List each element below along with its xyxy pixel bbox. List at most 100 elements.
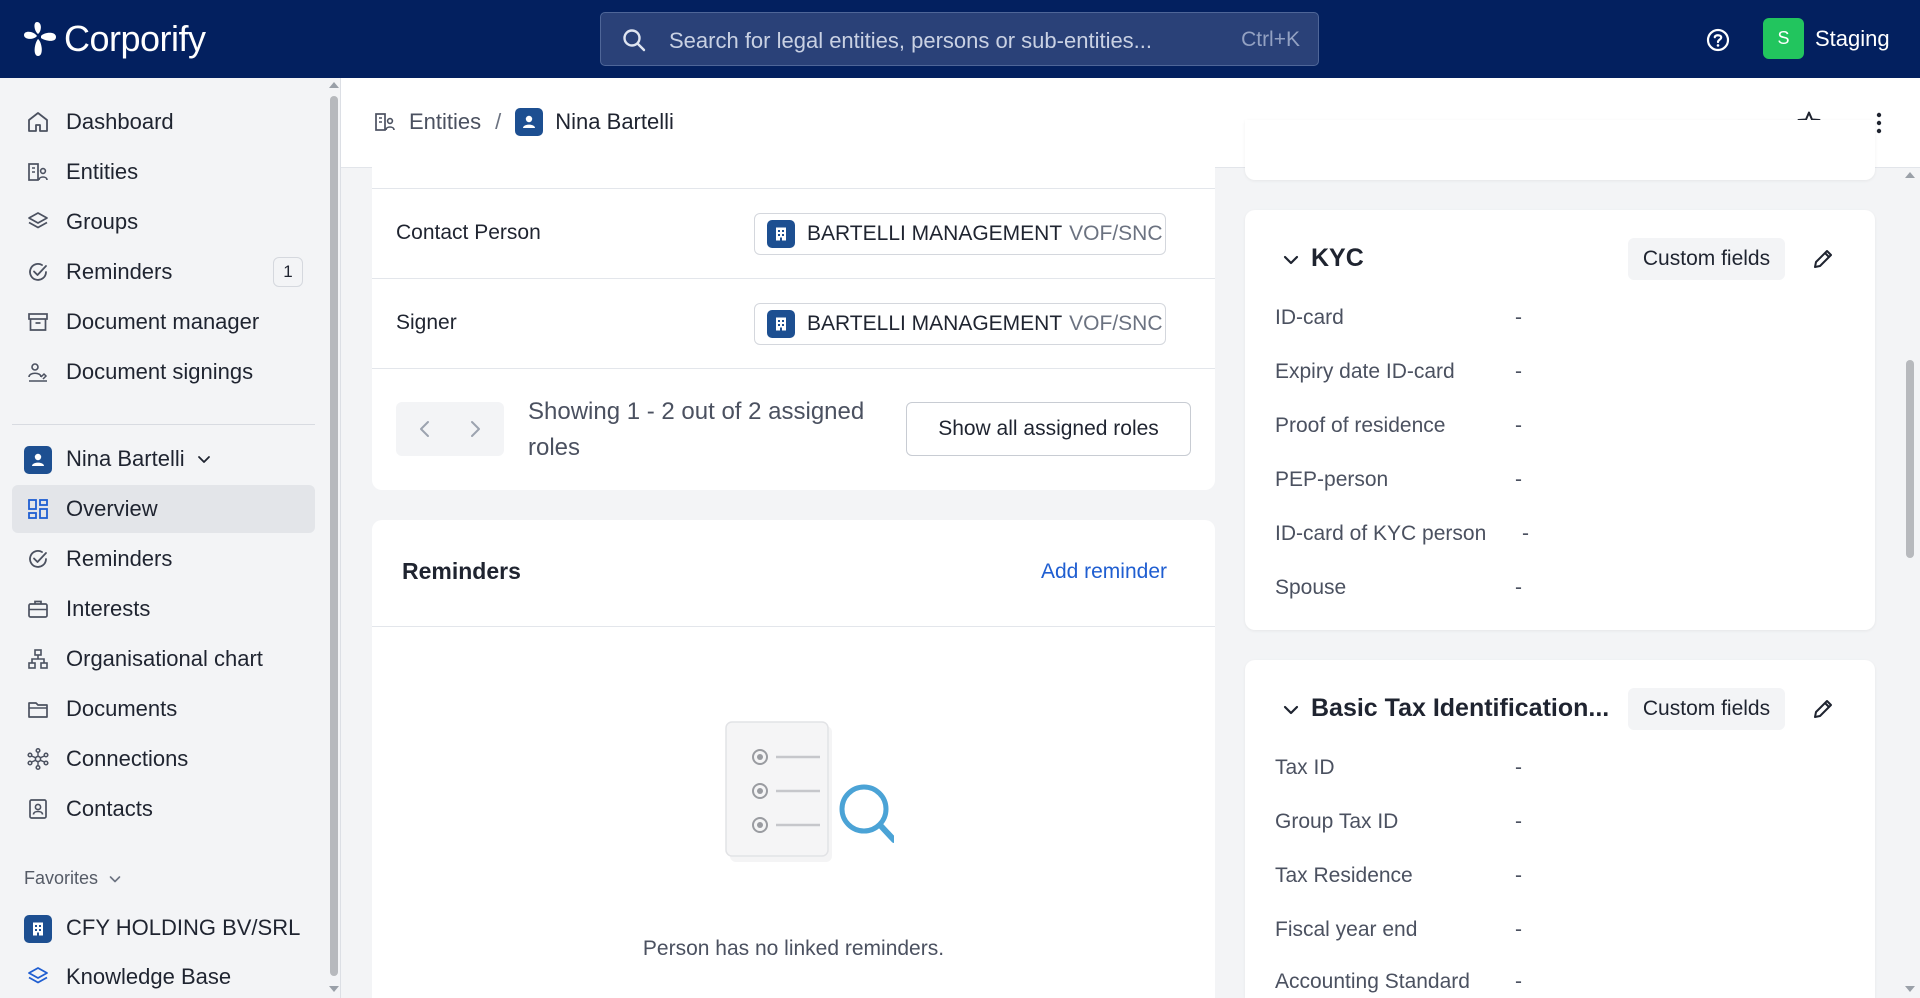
reminders-title: Reminders bbox=[402, 558, 521, 584]
org-chart-icon bbox=[28, 649, 48, 669]
app-logo[interactable]: Corporify bbox=[22, 18, 206, 60]
sidebar-item-connections[interactable]: Connections bbox=[12, 735, 315, 783]
sidebar-divider bbox=[12, 424, 315, 425]
contact-card-icon bbox=[29, 799, 47, 819]
main-scroll-up-arrow[interactable] bbox=[1905, 172, 1915, 178]
favorite-item-cfy-holding[interactable]: CFY HOLDING BV/SRL bbox=[12, 904, 315, 952]
field-label: Accounting Standard bbox=[1275, 970, 1470, 993]
tax-field-row: Tax Residence - bbox=[1275, 864, 1835, 894]
sidebar-item-label: Contacts bbox=[66, 796, 153, 821]
sidebar-item-label: Reminders bbox=[66, 546, 173, 571]
breadcrumb: Entities / Nina Bartelli bbox=[373, 108, 674, 136]
tax-identification-card: Basic Tax Identification... Custom field… bbox=[1245, 660, 1875, 998]
check-circle-icon bbox=[29, 550, 47, 568]
sidebar-item-reminders[interactable]: Reminders 1 bbox=[12, 248, 315, 296]
sidebar-item-document-manager[interactable]: Document manager bbox=[12, 298, 315, 346]
field-label: Proof of residence bbox=[1275, 414, 1446, 437]
reminders-count-badge: 1 bbox=[273, 257, 303, 287]
add-reminder-link[interactable]: Add reminder bbox=[1041, 560, 1167, 584]
pencil-icon[interactable] bbox=[1810, 696, 1836, 722]
company-avatar bbox=[24, 915, 52, 943]
field-label: Group Tax ID bbox=[1275, 810, 1399, 833]
main-scrollbar-thumb[interactable] bbox=[1906, 360, 1914, 558]
global-search[interactable]: Search for legal entities, persons or su… bbox=[600, 12, 1319, 66]
entity-chip-name: BARTELLI MANAGEMENT bbox=[807, 222, 1063, 245]
roles-divider bbox=[372, 368, 1215, 369]
chevron-left-icon[interactable] bbox=[412, 416, 438, 442]
favorite-item-knowledge-base[interactable]: Knowledge Base bbox=[12, 953, 315, 998]
role-row: Contact Person BARTELLI MANAGEMENT VOF/S… bbox=[372, 188, 1215, 278]
entity-chip[interactable]: BARTELLI MANAGEMENT VOF/SNC bbox=[754, 303, 1166, 345]
search-placeholder: Search for legal entities, persons or su… bbox=[669, 28, 1153, 53]
sidebar-item-entity-reminders[interactable]: Reminders bbox=[12, 535, 315, 583]
sidebar-item-entities[interactable]: Entities bbox=[12, 148, 315, 196]
sidebar-scrollbar-thumb[interactable] bbox=[330, 96, 338, 976]
sidebar-item-groups[interactable]: Groups bbox=[12, 198, 315, 246]
field-value: - bbox=[1515, 576, 1522, 599]
help-icon[interactable] bbox=[1705, 27, 1731, 53]
sidebar-item-documents[interactable]: Documents bbox=[12, 685, 315, 733]
sidebar-entity-header[interactable]: Nina Bartelli bbox=[12, 435, 315, 483]
search-icon bbox=[623, 29, 646, 52]
field-value: - bbox=[1515, 810, 1522, 833]
sidebar-item-dashboard[interactable]: Dashboard bbox=[12, 98, 315, 146]
sidebar-item-overview[interactable]: Overview bbox=[12, 485, 315, 533]
sidebar-item-interests[interactable]: Interests bbox=[12, 585, 315, 633]
sidebar-item-label: Document manager bbox=[66, 309, 260, 334]
field-value: - bbox=[1522, 522, 1529, 545]
kyc-card: KYC Custom fields ID-card - Expiry date … bbox=[1245, 210, 1875, 630]
reminders-empty-text: Person has no linked reminders. bbox=[642, 937, 945, 960]
field-value: - bbox=[1515, 970, 1522, 993]
favorites-header[interactable]: Favorites bbox=[24, 868, 122, 889]
person-icon bbox=[523, 115, 536, 128]
signature-icon bbox=[28, 363, 48, 382]
entity-chip[interactable]: BARTELLI MANAGEMENT VOF/SNC bbox=[754, 213, 1166, 255]
empty-list-search-icon bbox=[725, 721, 894, 862]
company-avatar bbox=[767, 310, 795, 338]
pencil-icon[interactable] bbox=[1810, 246, 1836, 272]
sidebar-item-label: Reminders bbox=[66, 259, 173, 284]
field-label: Tax Residence bbox=[1275, 864, 1413, 887]
sidebar-item-contacts[interactable]: Contacts bbox=[12, 785, 315, 833]
tax-title: Basic Tax Identification... bbox=[1311, 694, 1610, 722]
tax-custom-fields-button[interactable]: Custom fields bbox=[1628, 688, 1785, 730]
building-icon bbox=[776, 317, 786, 331]
favorites-label: Favorites bbox=[24, 868, 99, 888]
kyc-field-row: Spouse - bbox=[1275, 576, 1835, 606]
kyc-field-row: PEP-person - bbox=[1275, 468, 1835, 498]
check-circle-icon bbox=[29, 263, 47, 281]
sidebar-item-label: Organisational chart bbox=[66, 646, 263, 671]
kyc-custom-fields-button[interactable]: Custom fields bbox=[1628, 238, 1785, 280]
layers-icon bbox=[28, 967, 48, 984]
sidebar-item-label: Groups bbox=[66, 209, 139, 234]
main-scroll-down-arrow[interactable] bbox=[1905, 986, 1915, 992]
role-label: Signer bbox=[396, 311, 457, 334]
field-value: - bbox=[1515, 918, 1522, 941]
tax-field-row: Fiscal year end - bbox=[1275, 918, 1835, 948]
corporify-logo-icon bbox=[24, 22, 56, 56]
sidebar-item-label: Entities bbox=[66, 159, 139, 184]
kyc-field-row: ID-card of KYC person - bbox=[1275, 522, 1835, 552]
network-icon bbox=[27, 747, 49, 771]
chevron-right-icon[interactable] bbox=[462, 416, 488, 442]
favorite-item-label: Knowledge Base bbox=[66, 964, 232, 989]
top-bar: Corporify Search for legal entities, per… bbox=[0, 0, 1920, 78]
breadcrumb-entities-link[interactable]: Entities bbox=[409, 109, 481, 135]
chevron-down-icon[interactable] bbox=[1281, 700, 1301, 720]
sidebar-item-document-signings[interactable]: Document signings bbox=[12, 348, 315, 396]
building-icon bbox=[33, 922, 43, 936]
environment-label: Staging bbox=[1815, 25, 1890, 51]
field-label: Fiscal year end bbox=[1275, 918, 1418, 941]
sidebar-item-organisational-chart[interactable]: Organisational chart bbox=[12, 635, 315, 683]
kyc-field-row: ID-card - bbox=[1275, 306, 1835, 336]
home-icon bbox=[28, 112, 48, 132]
favorite-item-label: CFY HOLDING BV/SRL bbox=[66, 915, 301, 940]
building-icon bbox=[776, 227, 786, 241]
environment-switcher[interactable]: S Staging bbox=[1763, 18, 1890, 59]
show-all-roles-button[interactable]: Show all assigned roles bbox=[906, 402, 1191, 456]
chevron-down-icon[interactable] bbox=[1281, 250, 1301, 270]
sidebar-scroll-up-arrow[interactable] bbox=[329, 82, 339, 88]
sidebar-scroll-down-arrow[interactable] bbox=[329, 986, 339, 992]
chevron-down-icon bbox=[198, 456, 210, 463]
sidebar-item-label: Overview bbox=[66, 496, 158, 521]
